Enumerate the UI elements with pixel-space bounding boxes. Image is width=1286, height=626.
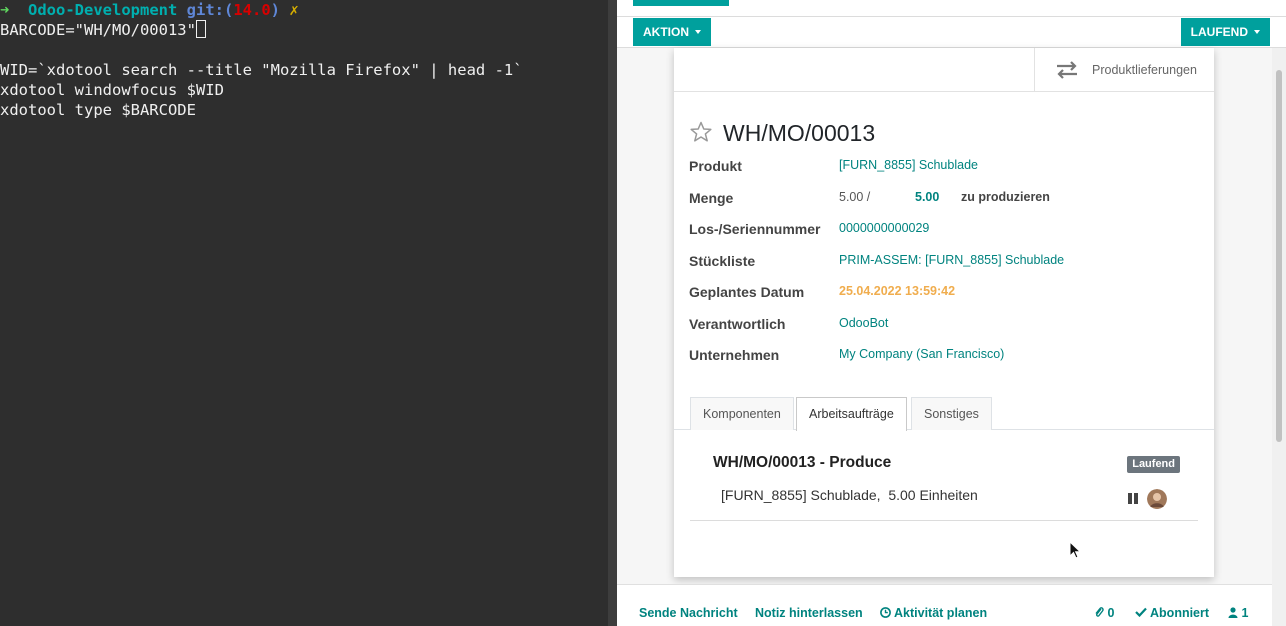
send-message-button[interactable]: Sende Nachricht xyxy=(639,606,738,620)
terminal-line-type: xdotool type $BARCODE xyxy=(0,101,196,119)
quantity-label: Menge xyxy=(689,190,734,206)
tab-miscellaneous[interactable]: Sonstiges xyxy=(911,397,992,430)
mouse-pointer-icon xyxy=(1069,541,1081,559)
prompt-branch: 14.0 xyxy=(233,1,271,19)
company-label: Unternehmen xyxy=(689,347,780,363)
workorder-description: [FURN_8855] Schublade, 5.00 Einheiten xyxy=(721,487,978,503)
star-icon[interactable] xyxy=(689,120,713,144)
user-icon xyxy=(1228,607,1238,618)
workorder-title: WH/MO/00013 - Produce xyxy=(713,454,892,471)
smart-button-box: Produktlieferungen xyxy=(674,48,1214,92)
tab-components[interactable]: Komponenten xyxy=(690,397,794,430)
responsible-label: Verantwortlich xyxy=(689,316,786,332)
bom-link[interactable]: PRIM-ASSEM: [FURN_8855] Schublade xyxy=(839,253,1064,267)
chatter-bar: Sende Nachricht Notiz hinterlassen Aktiv… xyxy=(617,584,1286,626)
prompt-dirty-mark: ✗ xyxy=(289,1,299,19)
status-dropdown-button[interactable]: LAUFEND xyxy=(1180,18,1270,46)
quantity-suffix: zu produzieren xyxy=(961,190,1050,204)
followers-count: 1 xyxy=(1241,606,1249,620)
follow-button[interactable]: Abonniert xyxy=(1135,606,1209,620)
prompt-paren-close: ) xyxy=(270,1,281,19)
terminal-line-wid: WID=`xdotool search --title "Mozilla Fir… xyxy=(0,61,523,79)
workorder-status-badge: Laufend xyxy=(1127,456,1180,473)
attachments-button[interactable]: 0 xyxy=(1094,606,1114,620)
prompt-arrow: ➜ xyxy=(0,1,10,19)
terminal-line-barcode: BARCODE="WH/MO/00013" xyxy=(0,21,196,39)
pane-divider[interactable] xyxy=(608,0,617,626)
product-label: Produkt xyxy=(689,158,742,174)
follow-label: Abonniert xyxy=(1150,606,1210,620)
planned-date-label: Geplantes Datum xyxy=(689,284,805,300)
schedule-activity-label: Aktivität planen xyxy=(894,606,988,620)
smart-button-label: Produktlieferungen xyxy=(1092,63,1197,77)
status-button-label: LAUFEND xyxy=(1190,25,1248,39)
planned-date-value: 25.04.2022 13:59:42 xyxy=(839,284,956,298)
lot-label: Los-/Seriennummer xyxy=(689,221,821,237)
status-bar: AKTION LAUFEND xyxy=(617,17,1286,48)
action-button-label: AKTION xyxy=(643,25,689,39)
company-link[interactable]: My Company (San Francisco) xyxy=(839,347,1004,361)
terminal-prompt-line: ➜ Odoo-Development git:(14.0) ✗ xyxy=(0,0,608,20)
workorder-card[interactable]: WH/MO/00013 - Produce Laufend [FURN_8855… xyxy=(690,448,1198,521)
quantity-current: 5.00 / xyxy=(839,190,871,204)
prompt-directory: Odoo-Development xyxy=(28,1,178,19)
action-dropdown-button[interactable]: AKTION xyxy=(633,18,711,46)
log-note-button[interactable]: Notiz hinterlassen xyxy=(755,606,863,620)
exchange-icon xyxy=(1057,61,1077,79)
clock-icon xyxy=(880,607,891,618)
bom-label: Stückliste xyxy=(689,253,756,269)
form-sheet: Produktlieferungen WH/MO/00013 Produkt [… xyxy=(674,48,1214,577)
product-link[interactable]: [FURN_8855] Schublade xyxy=(839,158,978,172)
scrollbar-thumb[interactable] xyxy=(1276,70,1282,442)
product-moves-smart-button[interactable]: Produktlieferungen xyxy=(1034,48,1214,92)
terminal-line-windowfocus: xdotool windowfocus $WID xyxy=(0,81,224,99)
control-panel xyxy=(617,0,1286,17)
terminal-window[interactable]: ➜ Odoo-Development git:(14.0) ✗ BARCODE=… xyxy=(0,0,608,626)
pause-icon[interactable] xyxy=(1128,493,1138,504)
quantity-target[interactable]: 5.00 xyxy=(915,190,939,204)
followers-button[interactable]: 1 xyxy=(1228,606,1248,620)
user-avatar xyxy=(1147,489,1167,509)
schedule-activity-button[interactable]: Aktivität planen xyxy=(880,606,987,620)
check-icon xyxy=(1135,607,1147,618)
primary-button-edge[interactable] xyxy=(633,0,729,6)
responsible-link[interactable]: OdooBot xyxy=(839,316,888,330)
paperclip-icon xyxy=(1095,607,1104,617)
caret-down-icon xyxy=(695,30,701,34)
caret-down-icon xyxy=(1254,30,1260,34)
prompt-paren-open: ( xyxy=(224,1,234,19)
terminal-cursor xyxy=(195,20,206,38)
lot-link[interactable]: 0000000000029 xyxy=(839,221,929,235)
scrollbar[interactable] xyxy=(1272,48,1286,626)
prompt-git-label: git: xyxy=(186,1,224,19)
odoo-form-view: AKTION LAUFEND Produktlieferungen WH/MO/… xyxy=(617,0,1286,626)
record-title: WH/MO/00013 xyxy=(723,120,876,146)
tab-workorders[interactable]: Arbeitsaufträge xyxy=(796,397,907,431)
terminal-command-line[interactable]: BARCODE="WH/MO/00013" xyxy=(0,20,608,40)
attachments-count: 0 xyxy=(1107,606,1115,620)
